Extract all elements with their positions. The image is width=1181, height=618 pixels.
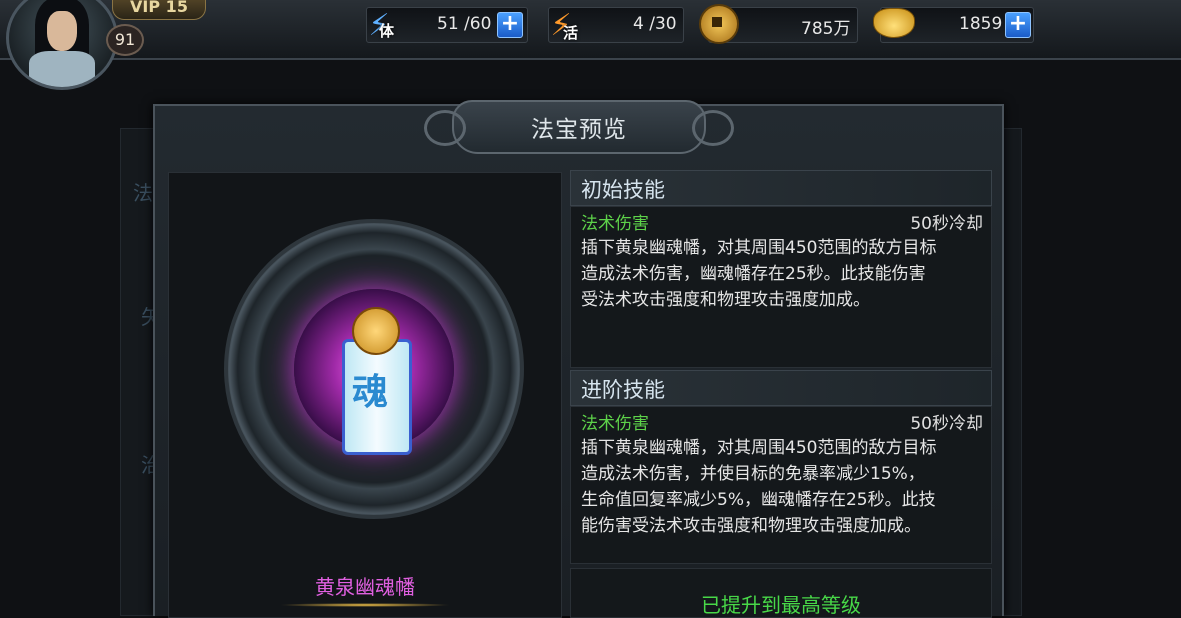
stamina-resource: ⚡ 体 51 /60 + <box>366 7 528 43</box>
treasure-frame-ring: 魂 <box>224 219 524 519</box>
player-avatar[interactable] <box>6 0 118 90</box>
initial-skill-name: 法术伤害 <box>581 214 649 234</box>
vitality-resource: ⚡ 活 4 /30 <box>548 7 684 43</box>
player-level-badge: 91 <box>106 24 144 56</box>
gold-value: 1859 <box>959 14 1003 34</box>
advanced-skill-name: 法术伤害 <box>581 414 649 434</box>
add-stamina-button[interactable]: + <box>497 12 523 38</box>
add-gold-button[interactable]: + <box>1005 12 1031 38</box>
initial-skill-title: 初始技能 <box>581 178 665 202</box>
skull-icon <box>352 307 400 355</box>
rune-icon: 魂 <box>352 372 389 413</box>
vitality-value: 4 /30 <box>633 14 677 34</box>
gold-ingot-icon <box>873 8 915 38</box>
advanced-skill-description: 插下黄泉幽魂幡，对其周围450范围的敌方目标 造成法术伤害，并使目标的免暴率减少… <box>581 438 937 536</box>
background-text: 法 <box>133 181 153 205</box>
stamina-value: 51 /60 <box>437 14 492 34</box>
treasure-image-panel: 魂 黄泉幽魂幡 <box>168 172 562 618</box>
advanced-skill-cooldown: 50秒冷却 <box>910 414 983 434</box>
vip-badge[interactable]: VIP 15 <box>112 0 206 20</box>
copper-value: 785万 <box>801 19 851 39</box>
treasure-name: 黄泉幽魂幡 <box>315 575 415 599</box>
top-status-bar: VIP 15 91 ⚡ 体 51 /60 + ⚡ 活 4 /30 785万 18… <box>0 0 1181 90</box>
advanced-skill-body: 法术伤害 50秒冷却 插下黄泉幽魂幡，对其周围450范围的敌方目标 造成法术伤害… <box>570 406 992 564</box>
gold-resource: 1859 + <box>873 7 1034 43</box>
initial-skill-header: 初始技能 <box>570 170 992 206</box>
vitality-icon-label: 活 <box>563 24 579 42</box>
initial-skill-description: 插下黄泉幽魂幡，对其周围450范围的敌方目标 造成法术伤害，幽魂幡存在25秒。此… <box>581 238 937 310</box>
avatar-face <box>47 11 77 51</box>
initial-skill-cooldown: 50秒冷却 <box>910 214 983 234</box>
coin-icon <box>699 4 739 44</box>
dialog-title: 法宝预览 <box>531 117 627 143</box>
dialog-title-plate: 法宝预览 <box>424 100 734 154</box>
stamina-icon-label: 体 <box>379 22 395 40</box>
avatar-robe <box>29 51 95 87</box>
advanced-skill-title: 进阶技能 <box>581 378 665 402</box>
copper-resource: 785万 <box>699 4 858 44</box>
treasure-preview-dialog: 法宝预览 魂 黄泉幽魂幡 初始技能 法术伤害 50秒冷却 插下黄泉幽魂幡，对其周… <box>153 100 1004 618</box>
max-level-bar: 已提升到最高等级 <box>570 568 992 618</box>
name-underline-glow <box>279 603 451 607</box>
advanced-skill-header: 进阶技能 <box>570 370 992 406</box>
initial-skill-body: 法术伤害 50秒冷却 插下黄泉幽魂幡，对其周围450范围的敌方目标 造成法术伤害… <box>570 206 992 368</box>
